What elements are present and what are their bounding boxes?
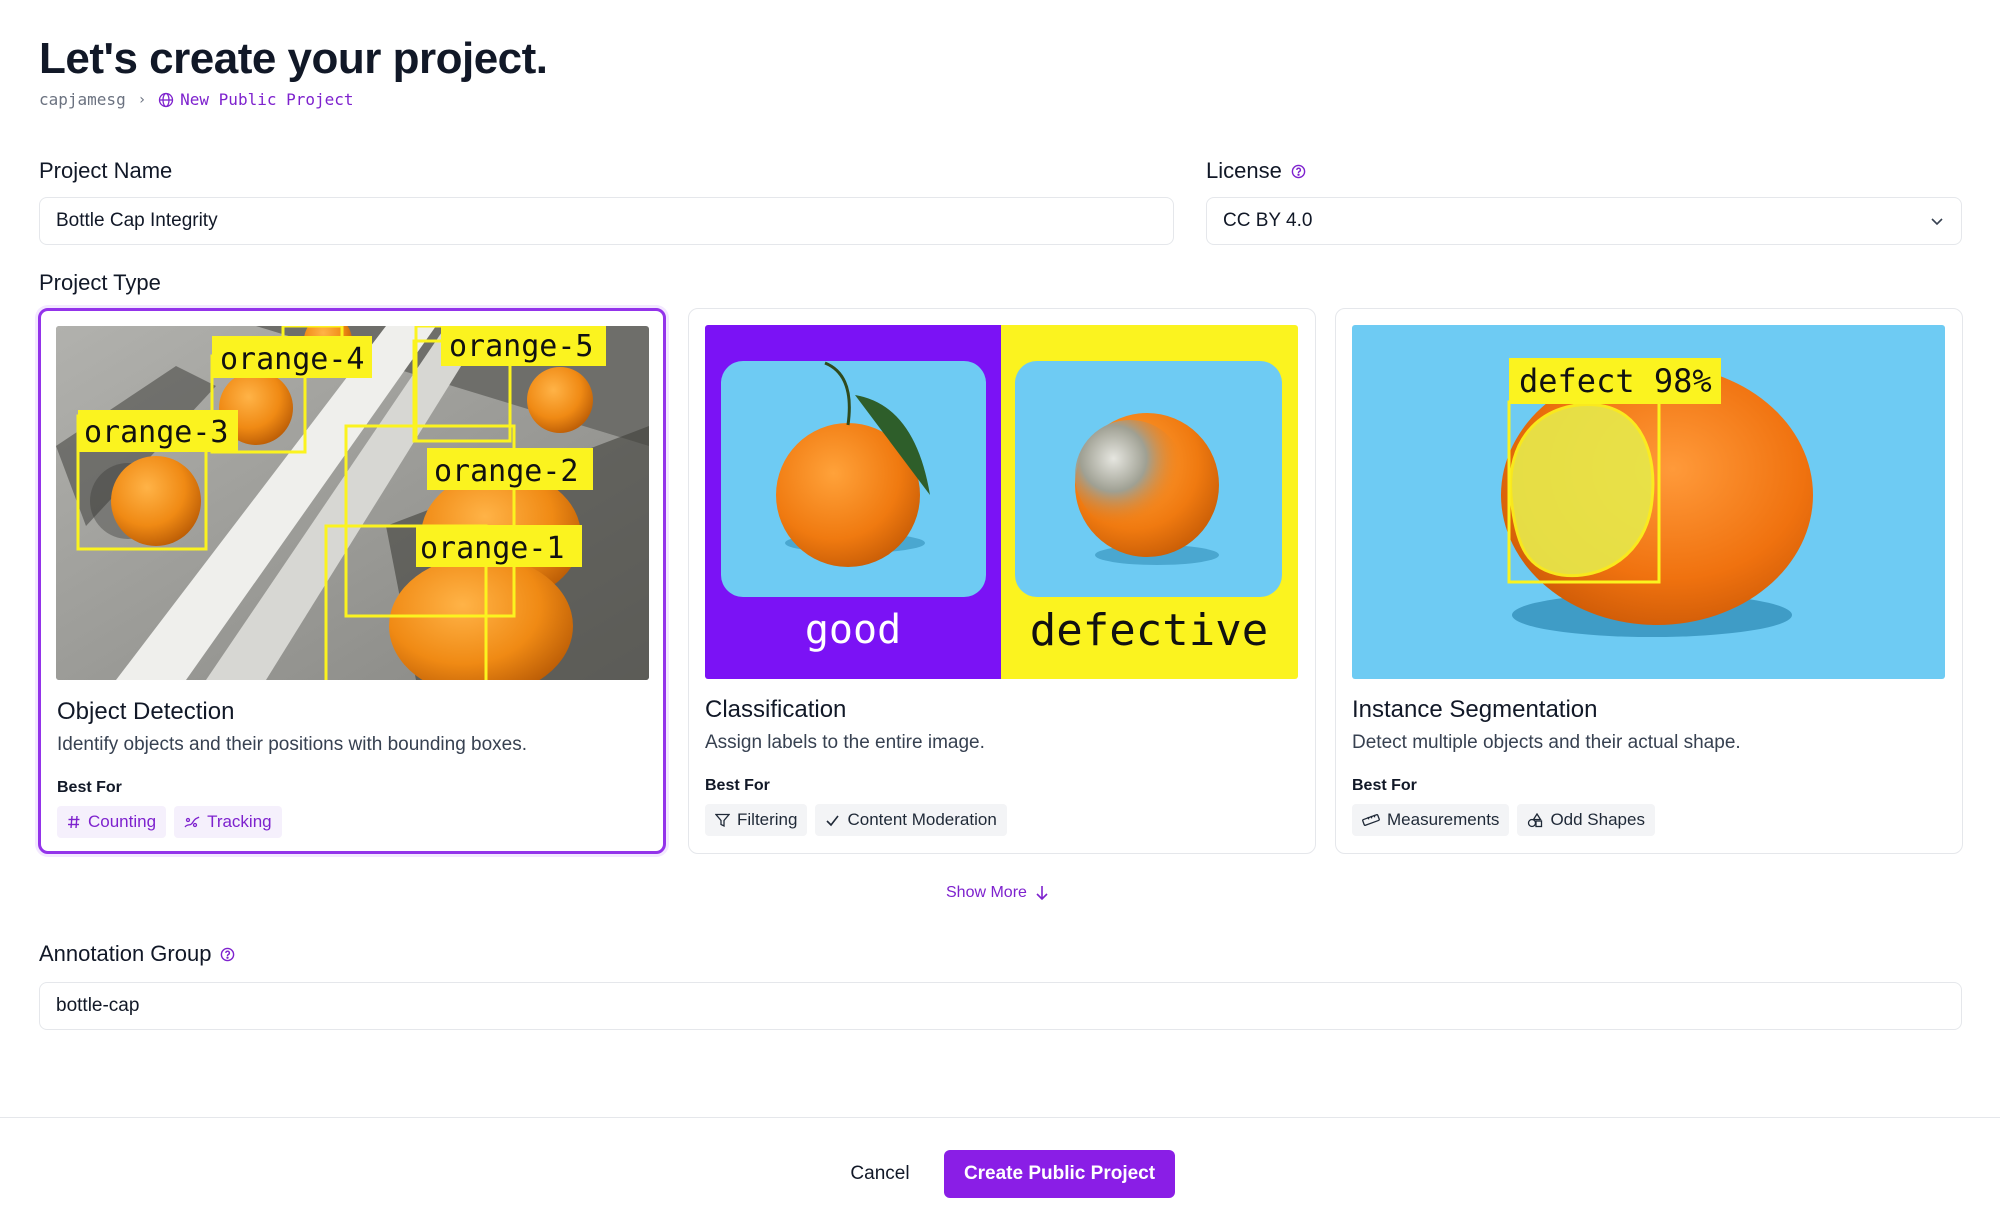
filter-icon (715, 813, 730, 827)
license-select[interactable]: CC BY 4.0 (1206, 197, 1962, 245)
project-type-label: Project Type (39, 270, 161, 296)
project-type-card-classification[interactable]: good defective Classification Assign lab… (688, 308, 1316, 854)
hash-icon (68, 815, 80, 829)
box-label-orange-1: orange-1 (420, 531, 565, 566)
tag-list: Counting Tracking (57, 806, 282, 838)
annotation-group-value: bottle-cap (56, 995, 140, 1016)
box-label-orange-3: orange-3 (84, 415, 229, 450)
annotation-group-input[interactable]: bottle-cap (39, 982, 1962, 1030)
tag-odd-shapes: Odd Shapes (1517, 804, 1655, 836)
tag-list: Filtering Content Moderation (705, 804, 1007, 836)
best-for-label: Best For (57, 779, 122, 796)
license-label: License (1206, 158, 1306, 184)
tag-label: Filtering (737, 810, 798, 829)
chevron-right-icon: › (137, 91, 147, 108)
box-label-orange-4: orange-4 (220, 342, 365, 377)
object-detection-image: orange-4 orange-5 orange-3 orange-2 oran… (56, 326, 649, 680)
tag-label: Measurements (1387, 810, 1500, 829)
check-icon (826, 815, 840, 826)
card-title: Instance Segmentation (1352, 696, 1598, 723)
tag-measurements: Measurements (1352, 804, 1510, 836)
class-label-good: good (805, 607, 901, 653)
card-description: Detect multiple objects and their actual… (1352, 732, 1741, 753)
chevron-down-icon (1931, 218, 1943, 226)
help-icon[interactable] (220, 947, 235, 962)
project-name-label-text: Project Name (39, 158, 173, 183)
shapes-icon (1528, 812, 1543, 827)
tag-filtering: Filtering (705, 804, 808, 836)
ruler-icon (1362, 814, 1380, 826)
page-title: Let's create your project. (39, 34, 548, 83)
show-more-label: Show More (946, 884, 1027, 901)
best-for-label: Best For (705, 777, 770, 794)
instance-segmentation-image: defect 98% (1352, 325, 1945, 679)
box-label-orange-2: orange-2 (434, 454, 579, 489)
cancel-button[interactable]: Cancel (838, 1150, 922, 1198)
create-public-project-button[interactable]: Create Public Project (944, 1150, 1175, 1198)
arrow-down-icon (1036, 886, 1048, 901)
classification-image: good defective (705, 325, 1298, 679)
card-description: Identify objects and their positions wit… (57, 734, 528, 755)
breadcrumb-project: New Public Project (158, 90, 354, 109)
breadcrumb: capjamesg › New Public Project (39, 90, 354, 109)
project-name-input[interactable]: Bottle Cap Integrity (39, 197, 1174, 245)
project-type-label-text: Project Type (39, 270, 161, 295)
breadcrumb-user[interactable]: capjamesg (39, 90, 126, 109)
card-description: Assign labels to the entire image. (705, 732, 985, 753)
card-title: Object Detection (57, 698, 235, 725)
annotation-group-label-text: Annotation Group (39, 941, 212, 966)
tag-counting: Counting (57, 806, 167, 838)
segment-label-defect: defect 98% (1519, 362, 1712, 400)
best-for-label: Best For (1352, 777, 1417, 794)
annotation-group-label: Annotation Group (39, 941, 235, 967)
tag-label: Tracking (207, 812, 272, 831)
project-name-label: Project Name (39, 158, 172, 184)
help-icon[interactable] (1291, 164, 1306, 179)
tag-label: Content Moderation (847, 810, 997, 829)
project-type-card-instance-segmentation[interactable]: defect 98% Instance Segmentation Detect … (1335, 308, 1963, 854)
breadcrumb-project-label: New Public Project (180, 90, 354, 109)
project-type-card-object-detection[interactable]: orange-4 orange-5 orange-3 orange-2 oran… (38, 308, 666, 854)
class-label-defective: defective (1030, 605, 1268, 656)
tag-list: Measurements Odd Shapes (1352, 804, 1655, 836)
project-name-value: Bottle Cap Integrity (56, 210, 218, 231)
license-label-text: License (1206, 158, 1282, 183)
tag-content-moderation: Content Moderation (815, 804, 1007, 836)
card-title: Classification (705, 696, 847, 723)
box-label-orange-5: orange-5 (449, 329, 594, 364)
globe-icon (158, 92, 174, 107)
tag-tracking: Tracking (174, 806, 282, 838)
show-more-button[interactable]: Show More (946, 884, 1049, 902)
license-value: CC BY 4.0 (1223, 210, 1313, 231)
tag-label: Odd Shapes (1550, 810, 1645, 829)
tracking-icon (184, 816, 200, 828)
tag-label: Counting (88, 812, 157, 831)
footer-divider (0, 1117, 2000, 1118)
